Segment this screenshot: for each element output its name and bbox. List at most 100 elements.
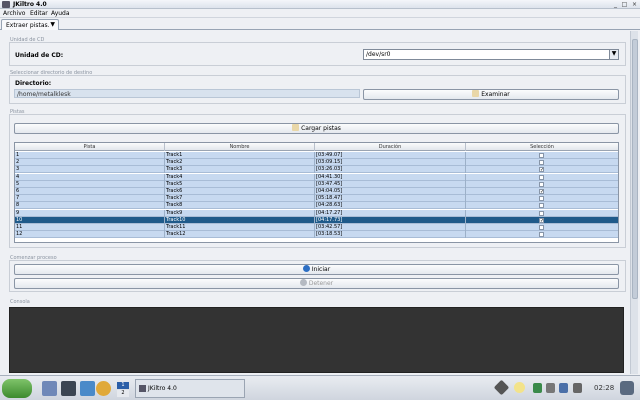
browser-icon[interactable]	[96, 381, 111, 396]
maximize-icon[interactable]: □	[621, 1, 628, 8]
menu-archivo[interactable]: Archivo	[3, 10, 25, 17]
track-name-cell: Track9	[165, 209, 315, 217]
tab-extraer-pistas[interactable]: Extraer pistas. ▼	[1, 19, 59, 30]
tray-disc-icon[interactable]	[514, 382, 525, 393]
table-row[interactable]: 8 Track8 [04:28.63]	[15, 202, 618, 210]
select-checkbox[interactable]	[539, 232, 544, 238]
selection-cell: ✓	[466, 166, 618, 173]
folder-icon	[472, 90, 480, 97]
start-menu-icon[interactable]	[2, 379, 32, 398]
track-number-cell: 2	[15, 159, 165, 167]
start-button[interactable]: Iniciar	[14, 264, 619, 275]
track-duration-cell: [03:26.03]	[315, 166, 466, 174]
cd-unit-label: Unidad de CD:	[15, 52, 64, 59]
close-icon[interactable]: ×	[631, 1, 638, 8]
workspace-2[interactable]: 2	[117, 390, 129, 397]
info-icon	[302, 265, 310, 272]
directory-value: /home/metalklesk	[17, 91, 71, 98]
select-checkbox[interactable]	[539, 174, 544, 180]
table-row[interactable]: 10 Track10 [04:17.73] ✓	[15, 216, 618, 224]
select-checkbox[interactable]	[539, 160, 544, 166]
directory-field[interactable]: /home/metalklesk	[14, 89, 360, 98]
table-row[interactable]: 4 Track4 [04:41.30]	[15, 173, 618, 181]
task-app-icon	[139, 385, 146, 392]
select-checkbox[interactable]	[539, 181, 544, 187]
track-duration-cell: [05:18.47]	[315, 195, 466, 203]
load-tracks-label: Cargar pistas	[301, 125, 341, 132]
tab-label: Extraer pistas.	[6, 22, 50, 29]
track-number-cell: 12	[15, 231, 165, 239]
column-header-pista[interactable]: Pista	[15, 143, 165, 151]
menu-editar[interactable]: Editar	[30, 10, 48, 17]
select-checkbox[interactable]	[539, 210, 544, 216]
vertical-scrollbar[interactable]	[630, 31, 638, 374]
table-row[interactable]: 5 Track5 [03:47.45]	[15, 180, 618, 188]
minimize-icon[interactable]: _	[612, 1, 619, 8]
track-duration-cell: [04:17.73]	[315, 216, 466, 224]
tab-row: Extraer pistas. ▼	[0, 18, 640, 30]
track-duration-cell: [03:49.07]	[315, 152, 466, 159]
table-row[interactable]: 6 Track6 [04:04.05] ✓	[15, 188, 618, 195]
track-number-cell: 3	[15, 166, 165, 174]
track-duration-cell: [04:41.30]	[315, 173, 466, 181]
column-header-nombre[interactable]: Nombre	[165, 143, 315, 151]
tray-volume-icon[interactable]	[573, 383, 582, 393]
table-row[interactable]: 1 Track1 [03:49.07]	[15, 152, 618, 159]
show-desktop-icon[interactable]	[620, 381, 634, 395]
select-checkbox[interactable]: ✓	[539, 217, 544, 223]
table-row[interactable]: 12 Track12 [03:18.53]	[15, 231, 618, 239]
tray-update-icon[interactable]	[533, 383, 542, 393]
window-title: JKiltro 4.0	[13, 1, 47, 8]
column-header-seleccion[interactable]: Selección	[466, 143, 618, 151]
menu-ayuda[interactable]: Ayuda	[51, 10, 70, 17]
browse-label: Examinar	[481, 91, 510, 98]
track-name-cell: Track10	[165, 216, 315, 224]
selection-cell: ✓	[466, 188, 618, 195]
table-row[interactable]: 11 Track11 [03:42.57]	[15, 224, 618, 231]
table-row[interactable]: 2 Track2 [03:09.15]	[15, 159, 618, 167]
taskbar-task-jkiltro[interactable]: JKiltro 4.0	[135, 379, 245, 398]
load-icon	[292, 124, 300, 131]
select-checkbox[interactable]	[539, 196, 544, 202]
tab-dropdown-icon[interactable]: ▼	[50, 21, 55, 28]
select-checkbox[interactable]	[539, 203, 544, 209]
select-checkbox[interactable]: ✓	[539, 189, 544, 195]
table-row[interactable]: 7 Track7 [05:18.47]	[15, 195, 618, 203]
track-name-cell: Track12	[165, 231, 315, 239]
task-label: JKiltro 4.0	[148, 385, 177, 392]
network-icon[interactable]	[80, 381, 95, 396]
desktop-icon[interactable]	[42, 381, 57, 396]
track-duration-cell: [03:47.45]	[315, 180, 466, 188]
track-name-cell: Track4	[165, 173, 315, 181]
scrollbar-thumb[interactable]	[632, 39, 638, 299]
tray-icon-1[interactable]	[493, 379, 510, 396]
track-number-cell: 7	[15, 195, 165, 203]
workspace-1[interactable]: 1	[117, 382, 129, 389]
track-name-cell: Track5	[165, 180, 315, 188]
stop-icon	[299, 279, 307, 286]
track-number-cell: 10	[15, 216, 165, 224]
tray-battery-icon[interactable]	[546, 383, 555, 393]
tray-network-icon[interactable]	[559, 383, 568, 393]
terminal-icon[interactable]	[61, 381, 76, 396]
taskbar: 1 2 JKiltro 4.0 02:28	[0, 375, 640, 400]
table-row[interactable]: 3 Track3 [03:26.03] ✓	[15, 166, 618, 174]
window-titlebar: JKiltro 4.0 _ □ ×	[0, 0, 640, 9]
column-header-duracion[interactable]: Duración	[315, 143, 466, 151]
table-row[interactable]: 9 Track9 [04:17.27]	[15, 209, 618, 217]
selection-cell	[466, 231, 618, 238]
start-label: Iniciar	[311, 266, 331, 273]
select-checkbox[interactable]	[539, 225, 544, 230]
table-header: Pista Nombre Duración Selección	[15, 143, 618, 151]
cd-unit-select[interactable]: /dev/sr0 ▼	[363, 49, 619, 60]
console-group-label: Consola	[10, 299, 30, 305]
select-checkbox[interactable]	[539, 153, 544, 158]
browse-button[interactable]: Examinar	[363, 89, 619, 100]
chevron-down-icon[interactable]: ▼	[609, 50, 618, 59]
menu-bar: Archivo Editar Ayuda	[0, 9, 640, 18]
selection-cell	[466, 159, 618, 166]
console-output[interactable]	[9, 307, 624, 373]
select-checkbox[interactable]: ✓	[539, 167, 544, 173]
load-tracks-button[interactable]: Cargar pistas	[14, 123, 619, 134]
stop-button[interactable]: Detener	[14, 278, 619, 289]
